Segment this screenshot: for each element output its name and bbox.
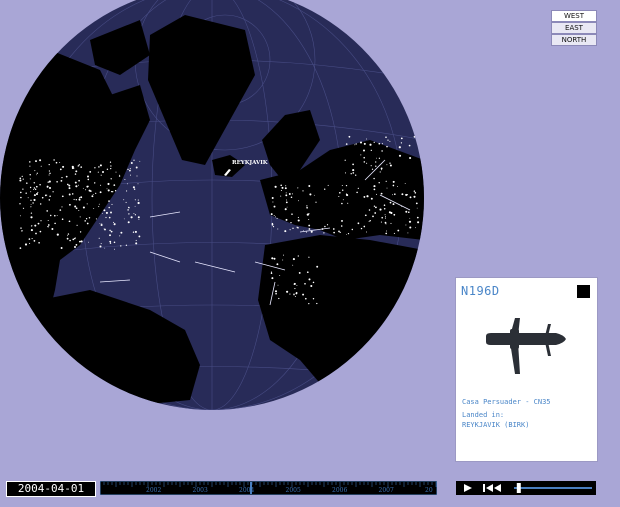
- timeline-cursor[interactable]: [250, 482, 252, 494]
- flight-info-panel: N196D Casa Persuader - CN35 Landed in: R…: [455, 277, 598, 462]
- flight-id: N196D: [461, 284, 500, 298]
- timeline-scrubber[interactable]: 2002 2003 2004 2005 2006 2007 20: [100, 481, 437, 495]
- year-label: 2003: [193, 487, 208, 494]
- view-east-button[interactable]: EAST: [551, 22, 597, 34]
- view-west-button[interactable]: WEST: [551, 10, 597, 22]
- view-north-button[interactable]: NORTH: [551, 34, 597, 46]
- globe-map[interactable]: REYKJAVIK: [0, 0, 440, 480]
- year-label: 2005: [286, 487, 301, 494]
- year-label: 2004: [239, 487, 254, 494]
- year-label: 2007: [379, 487, 394, 494]
- year-label: 20: [425, 487, 433, 494]
- year-label: 2006: [332, 487, 347, 494]
- speed-slider[interactable]: [512, 481, 594, 495]
- playback-controls: [456, 481, 596, 495]
- airplane-silhouette-icon: [486, 318, 566, 374]
- aircraft-type: Casa Persuader - CN35: [462, 398, 551, 406]
- stop-icon[interactable]: [577, 285, 590, 298]
- rewind-icon[interactable]: [482, 481, 504, 495]
- landed-location: REYKJAVIK (BIRK): [462, 421, 530, 429]
- status-label: Landed in:: [462, 411, 505, 419]
- year-label: 2002: [146, 487, 161, 494]
- speed-slider-knob[interactable]: [516, 483, 521, 493]
- play-icon[interactable]: [462, 481, 474, 495]
- current-date: 2004-04-01: [6, 481, 96, 497]
- city-label-reykjavik: REYKJAVIK: [232, 160, 268, 166]
